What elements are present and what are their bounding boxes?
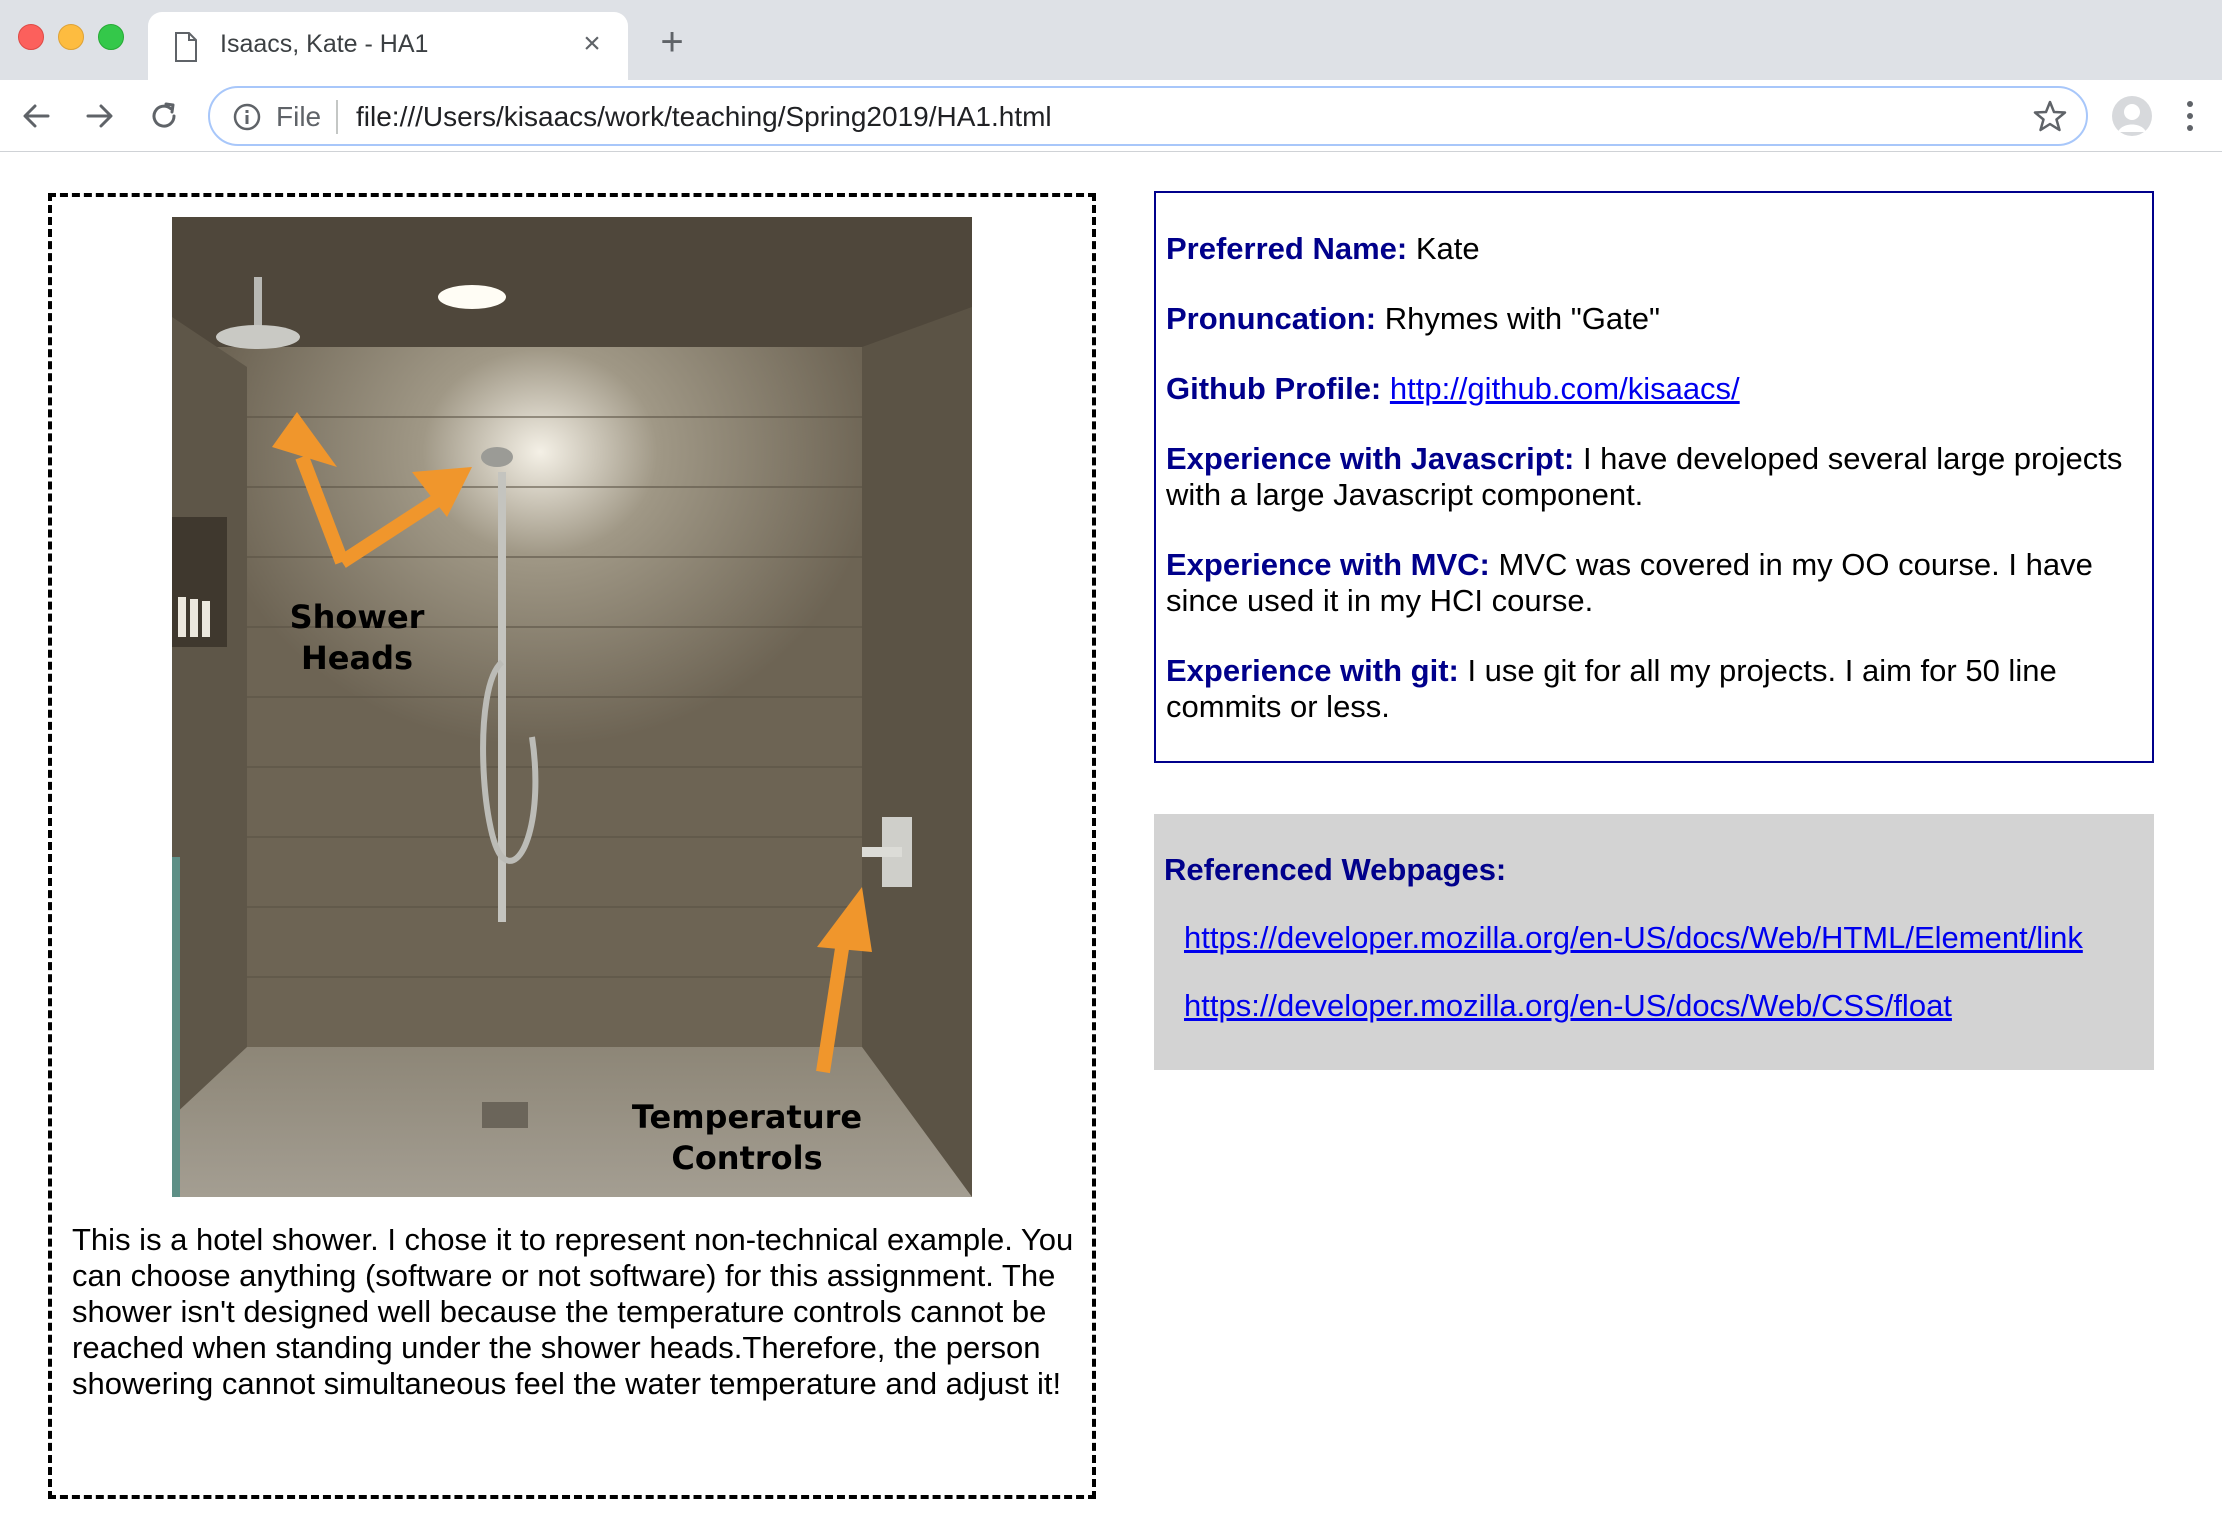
shower-photo: Shower Heads Temperature Controls: [172, 217, 972, 1197]
reload-button[interactable]: [142, 94, 186, 138]
github-label: Github Profile:: [1166, 371, 1382, 406]
pronunciation-value: Rhymes with "Gate": [1376, 301, 1660, 336]
more-menu-icon[interactable]: [2180, 96, 2200, 136]
close-window-button[interactable]: [18, 24, 44, 50]
pronunciation-field: Pronuncation: Rhymes with "Gate": [1166, 301, 2142, 337]
shower-heads-annotation: Shower Heads: [289, 598, 425, 677]
shower-photo-illustration: [172, 217, 972, 1197]
arrow-right-icon: [86, 104, 113, 128]
example-card: Shower Heads Temperature Controls This i…: [48, 193, 1096, 1499]
url-text[interactable]: file:///Users/kisaacs/work/teaching/Spri…: [356, 101, 1052, 133]
references-card: Referenced Webpages: https://developer.m…: [1154, 814, 2154, 1070]
reference-item: https://developer.mozilla.org/en-US/docs…: [1184, 988, 2144, 1024]
document-icon: [175, 32, 197, 62]
preferred-name-label: Preferred Name:: [1166, 231, 1408, 266]
example-caption: This is a hotel shower. I chose it to re…: [72, 1222, 1074, 1401]
close-tab-icon[interactable]: ×: [574, 26, 610, 62]
tab-title: Isaacs, Kate - HA1: [220, 30, 429, 58]
scheme-label: File: [276, 101, 322, 132]
git-experience-field: Experience with git: I use git for all m…: [1166, 653, 2142, 725]
reference-link-css-float[interactable]: https://developer.mozilla.org/en-US/docs…: [1184, 988, 1952, 1023]
javascript-experience-label: Experience with Javascript:: [1166, 441, 1575, 476]
github-field: Github Profile: http://github.com/kisaac…: [1166, 371, 2142, 407]
reference-item: https://developer.mozilla.org/en-US/docs…: [1184, 920, 2144, 956]
profile-card: Preferred Name: Kate Pronuncation: Rhyme…: [1154, 191, 2154, 763]
browser-titlebar: Isaacs, Kate - HA1 × +: [0, 0, 2222, 80]
references-title: Referenced Webpages:: [1164, 852, 1507, 887]
forward-button[interactable]: [78, 94, 122, 138]
mvc-experience-field: Experience with MVC: MVC was covered in …: [1166, 547, 2142, 619]
browser-toolbar: File file:///Users/kisaacs/work/teaching…: [0, 80, 2222, 152]
back-button[interactable]: [14, 94, 58, 138]
browser-tab[interactable]: Isaacs, Kate - HA1 ×: [148, 12, 628, 80]
github-profile-link[interactable]: http://github.com/kisaacs/: [1390, 371, 1740, 406]
git-experience-label: Experience with git:: [1166, 653, 1459, 688]
javascript-experience-field: Experience with Javascript: I have devel…: [1166, 441, 2142, 513]
reload-icon: [152, 102, 176, 128]
mvc-experience-label: Experience with MVC:: [1166, 547, 1490, 582]
zoom-window-button[interactable]: [98, 24, 124, 50]
minimize-window-button[interactable]: [58, 24, 84, 50]
profile-avatar-icon[interactable]: [2112, 96, 2152, 136]
temperature-controls-annotation: Temperature Controls: [631, 1098, 863, 1177]
address-bar[interactable]: File file:///Users/kisaacs/work/teaching…: [208, 86, 2088, 146]
new-tab-icon[interactable]: +: [652, 22, 692, 62]
page-content: Shower Heads Temperature Controls This i…: [0, 153, 2222, 1540]
info-icon[interactable]: [232, 102, 262, 132]
reference-link-link-element[interactable]: https://developer.mozilla.org/en-US/docs…: [1184, 920, 2083, 955]
preferred-name-field: Preferred Name: Kate: [1166, 231, 2142, 267]
pronunciation-label: Pronuncation:: [1166, 301, 1377, 336]
preferred-name-value: Kate: [1407, 231, 1480, 266]
address-divider: [336, 100, 338, 134]
bookmark-star-icon[interactable]: [2032, 98, 2068, 134]
arrow-left-icon: [23, 104, 50, 128]
